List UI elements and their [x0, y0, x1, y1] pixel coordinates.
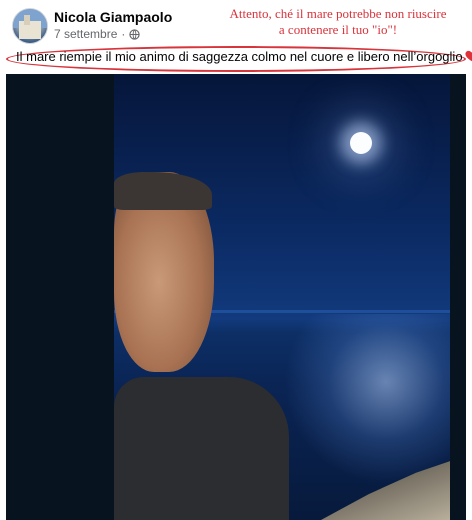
globe-icon[interactable]	[129, 28, 141, 40]
photo-letterbox-right	[450, 74, 466, 520]
annotation-line-1: Attento, ché il mare potrebbe non riusci…	[229, 6, 447, 21]
photo-letterbox-left	[6, 74, 114, 520]
moonlight-reflection	[284, 314, 454, 484]
moon	[350, 132, 372, 154]
post-meta: 7 settembre ·	[54, 27, 141, 41]
person-shirt	[114, 377, 289, 520]
post-photo[interactable]	[6, 74, 466, 520]
person-hair	[114, 172, 212, 210]
caption-text: Il mare riempie il mio animo di saggezza…	[16, 49, 463, 64]
post-header: Nicola Giampaolo 7 settembre · Attento, …	[0, 0, 472, 72]
post-caption: Il mare riempie il mio animo di saggezza…	[16, 49, 472, 64]
meta-separator: ·	[121, 27, 126, 41]
heart-icon	[465, 50, 472, 62]
handwritten-annotation: Attento, ché il mare potrebbe non riusci…	[218, 6, 458, 38]
author-name[interactable]: Nicola Giampaolo	[54, 9, 172, 25]
post-date[interactable]: 7 settembre	[54, 27, 117, 41]
person-selfie	[114, 172, 289, 520]
avatar[interactable]	[12, 8, 48, 44]
annotation-line-2: a contenere il tuo "io"!	[278, 22, 398, 37]
